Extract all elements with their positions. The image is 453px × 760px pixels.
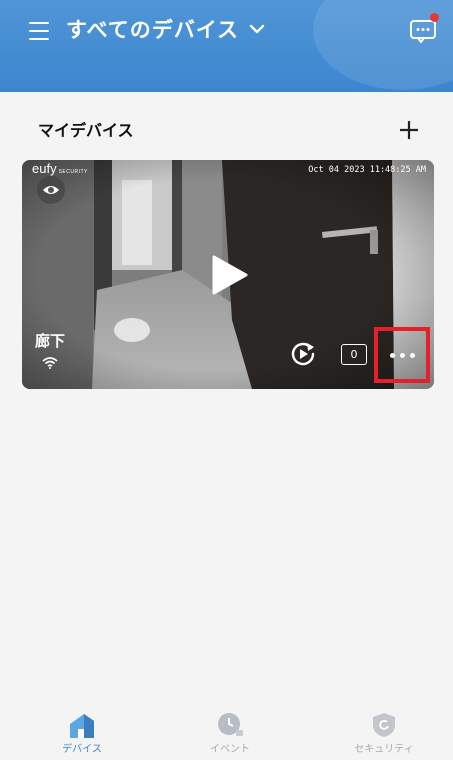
brand-logo: eufy SECURITY [32,161,88,176]
page-title: すべてのデバイス [66,18,240,42]
replay-icon[interactable] [290,341,316,367]
notification-dot [430,13,439,22]
app-header: すべてのデバイス [0,0,453,92]
section-title: マイデバイス [38,121,134,140]
wifi-icon [42,357,58,369]
bottom-navigation: デバイス イベント セキュリティ [0,700,453,760]
device-filter-dropdown[interactable]: すべてのデバイス [66,14,265,44]
nav-item-events[interactable]: イベント [180,712,280,755]
device-card[interactable]: eufy SECURITY Oct 04 2023 11:48:25 AM 廊下 … [22,160,434,389]
more-options-button[interactable] [374,327,430,383]
clock-icon [218,713,243,736]
menu-icon[interactable] [29,22,49,40]
camera-timestamp: Oct 04 2023 11:48:25 AM [308,165,426,175]
play-icon[interactable] [212,255,248,295]
chevron-down-icon [249,24,265,34]
nav-item-devices[interactable]: デバイス [32,712,132,755]
more-icon [389,352,395,358]
home-icon [70,714,94,738]
eye-icon[interactable] [37,176,65,204]
device-name: 廊下 [35,332,66,350]
event-count-badge[interactable]: 0 [341,344,367,365]
add-device-button[interactable] [397,118,421,142]
nav-item-security[interactable]: セキュリティ [334,712,434,755]
shield-icon [373,713,395,737]
